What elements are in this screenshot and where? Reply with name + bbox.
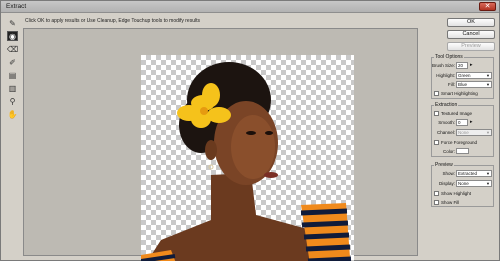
show-highlight-checkbox[interactable]: Show Highlight <box>434 190 494 197</box>
chevron-down-icon: ▼ <box>486 130 490 135</box>
checkbox-box[interactable] <box>434 91 439 96</box>
extraction-group: Extraction Textured Image Smooth: 0 ▸ Ch… <box>431 102 495 157</box>
fill-row: Fill: Blue ▼ <box>432 81 495 89</box>
channel-value: None <box>458 130 469 135</box>
smart-highlighting-label: Smart Highlighting <box>441 91 478 96</box>
highlight-value: Green <box>458 73 471 78</box>
preview-canvas[interactable] <box>23 28 418 261</box>
fill-label: Fill: <box>448 82 455 87</box>
smooth-label: Smooth: <box>438 120 455 125</box>
show-label: Show: <box>442 171 455 176</box>
title-bar[interactable]: Extract ✕ <box>1 1 499 13</box>
preview-title: Preview <box>434 162 454 168</box>
fill-select[interactable]: Blue ▼ <box>456 81 492 88</box>
extracted-portrait <box>140 62 352 261</box>
fill-value: Blue <box>458 82 468 87</box>
smooth-input[interactable]: 0 <box>456 119 468 126</box>
force-foreground-label: Force Foreground <box>441 140 478 145</box>
channel-select[interactable]: None ▼ <box>456 129 492 136</box>
chevron-down-icon: ▼ <box>486 82 490 87</box>
eraser-icon[interactable]: ⌫ <box>7 44 18 54</box>
tool-palette: ✎ ◉ ⌫ ✐ ▤ ▥ ⚲ ✋ <box>7 18 20 119</box>
brush-size-label: Brush Size: <box>431 63 455 68</box>
color-row: Color: <box>432 148 495 156</box>
tool-options-group: Tool Options Brush Size: 20 ▸ Highlight:… <box>431 54 495 99</box>
display-value: None <box>458 181 469 186</box>
cancel-button[interactable]: Cancel <box>447 30 495 39</box>
smooth-arrow-icon[interactable]: ▸ <box>470 119 473 125</box>
brush-size-arrow-icon[interactable]: ▸ <box>470 62 473 68</box>
highlight-select[interactable]: Green ▼ <box>456 72 492 79</box>
show-highlight-label: Show Highlight <box>441 191 472 196</box>
zoom-icon[interactable]: ⚲ <box>7 96 18 106</box>
edge-highlighter-icon[interactable]: ✎ <box>7 18 18 28</box>
checkbox-box[interactable] <box>434 140 439 145</box>
color-label: Color: <box>442 149 455 154</box>
preview-group: Preview Show: Extracted ▼ Display: None ▼ … <box>431 162 495 207</box>
cleanup-icon[interactable]: ▤ <box>7 70 18 80</box>
tool-options-title: Tool Options <box>434 54 464 60</box>
display-label: Display: <box>438 181 455 186</box>
chevron-down-icon: ▼ <box>486 73 490 78</box>
force-foreground-checkbox[interactable]: Force Foreground <box>434 139 494 146</box>
fill-icon[interactable]: ◉ <box>7 31 18 41</box>
chevron-down-icon: ▼ <box>486 171 490 176</box>
textured-image-label: Textured Image <box>441 111 473 116</box>
close-window-button[interactable]: ✕ <box>479 2 496 11</box>
color-swatch[interactable] <box>456 148 469 154</box>
checkbox-box[interactable] <box>434 200 439 205</box>
show-fill-label: Show Fill <box>441 200 460 205</box>
preview-button[interactable]: Preview <box>447 42 495 51</box>
display-row: Display: None ▼ <box>432 180 495 188</box>
edge-touchup-icon[interactable]: ▥ <box>7 83 18 93</box>
show-fill-checkbox[interactable]: Show Fill <box>434 199 494 206</box>
chevron-down-icon: ▼ <box>486 181 490 186</box>
extraction-title: Extraction <box>434 102 459 108</box>
instruction-text: Click OK to apply results or Use Cleanup… <box>25 18 200 24</box>
brush-size-input[interactable]: 20 <box>456 62 468 69</box>
channel-row: Channel: None ▼ <box>432 129 495 137</box>
highlight-label: Highlight: <box>436 73 455 78</box>
highlight-row: Highlight: Green ▼ <box>432 72 495 80</box>
eyedropper-icon[interactable]: ✐ <box>7 57 18 67</box>
smooth-row: Smooth: 0 ▸ <box>432 119 495 127</box>
ok-button[interactable]: OK <box>447 18 495 27</box>
channel-label: Channel: <box>436 130 455 135</box>
hand-icon[interactable]: ✋ <box>7 109 18 119</box>
textured-image-checkbox[interactable]: Textured Image <box>434 110 494 117</box>
show-select[interactable]: Extracted ▼ <box>456 170 492 177</box>
show-value: Extracted <box>458 171 478 176</box>
smart-highlighting-checkbox[interactable]: Smart Highlighting <box>434 90 494 97</box>
extract-dialog: Extract ✕ ✎ ◉ ⌫ ✐ ▤ ▥ ⚲ ✋ Click OK to ap… <box>0 0 500 261</box>
window-title: Extract <box>6 3 27 10</box>
options-panel: OK Cancel Preview Tool Options Brush Siz… <box>425 15 497 259</box>
checkbox-box[interactable] <box>434 111 439 116</box>
show-row: Show: Extracted ▼ <box>432 170 495 178</box>
brush-size-row: Brush Size: 20 ▸ <box>432 62 495 70</box>
display-select[interactable]: None ▼ <box>456 180 492 187</box>
transparency-checkerboard[interactable] <box>140 55 354 261</box>
checkbox-box[interactable] <box>434 191 439 196</box>
